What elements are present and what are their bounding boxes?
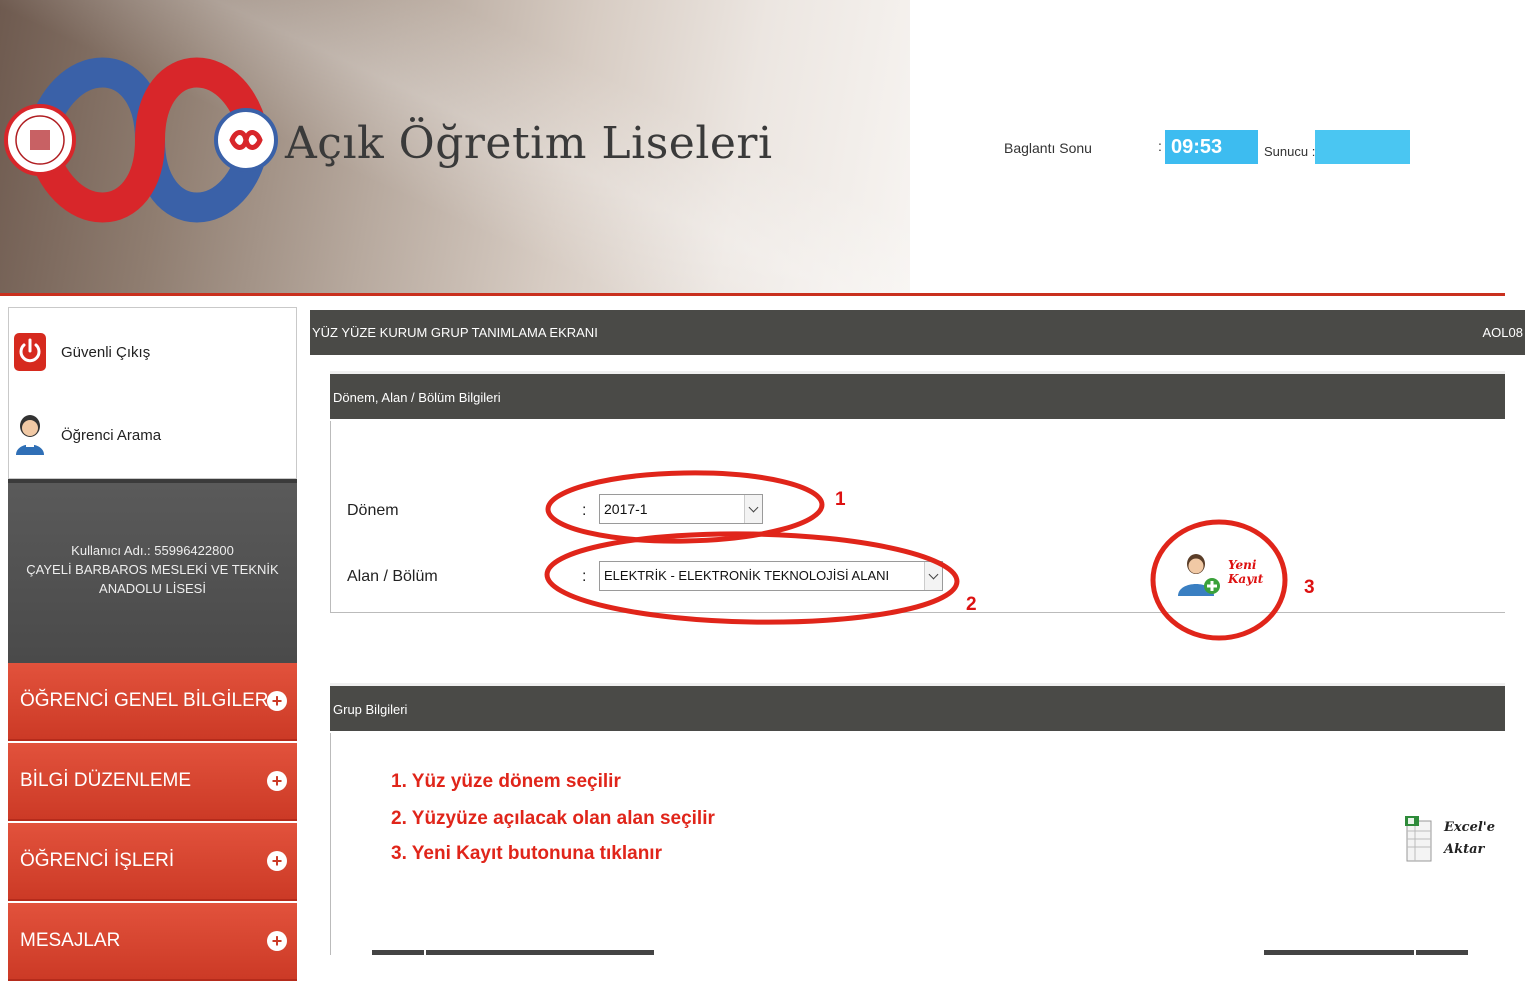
menu-student-general-info[interactable]: ÖĞRENCİ GENEL BİLGİLER + xyxy=(8,663,297,741)
spreadsheet-icon xyxy=(1405,816,1432,862)
server-label: Sunucu : xyxy=(1264,144,1316,159)
sidebar: Güvenli Çıkış Öğrenci Arama Kullanıcı Ad… xyxy=(8,307,297,981)
student-search-label: Öğrenci Arama xyxy=(61,426,162,444)
table-header-cell xyxy=(372,950,424,955)
screen-title: YÜZ YÜZE KURUM GRUP TANIMLAMA EKRANI xyxy=(312,325,598,340)
table-header-cell xyxy=(1264,950,1414,955)
new-record-button[interactable]: Yeni Kayıt xyxy=(1176,548,1266,598)
session-timer: 09:53 xyxy=(1165,130,1258,164)
header-divider xyxy=(0,293,1505,296)
logout-link[interactable]: Güvenli Çıkış xyxy=(9,322,296,382)
page-header: Açık Öğretim Liseleri Baglantı Sonu : 09… xyxy=(0,0,1525,296)
aol-logo-icon xyxy=(4,57,278,223)
menu-info-editing[interactable]: BİLGİ DÜZENLEME + xyxy=(8,743,297,821)
user-search-icon xyxy=(12,413,48,457)
period-panel-title: Dönem, Alan / Bölüm Bilgileri xyxy=(333,390,501,405)
period-panel-header: Dönem, Alan / Bölüm Bilgileri xyxy=(330,371,1505,419)
group-panel-title: Grup Bilgileri xyxy=(333,702,408,717)
plus-icon: + xyxy=(267,771,287,791)
alan-colon: : xyxy=(582,568,587,585)
alan-select[interactable]: ELEKTRİK - ELEKTRONİK TEKNOLOJİSİ ALANI xyxy=(599,561,943,591)
annotation-number-1: 1 xyxy=(835,489,846,510)
new-record-label-1: Yeni xyxy=(1228,558,1257,572)
annotation-number-2: 2 xyxy=(966,594,977,615)
school-name-line1: ÇAYELİ BARBAROS MESLEKİ VE TEKNİK xyxy=(26,562,279,577)
annotation-number-3: 3 xyxy=(1304,577,1315,598)
add-user-icon xyxy=(1178,554,1220,596)
excel-label-1: Excel'e xyxy=(1444,820,1496,835)
export-excel-button[interactable]: Excel'e Aktar xyxy=(1404,815,1504,865)
donem-label: Dönem xyxy=(347,502,399,519)
site-title: Açık Öğretim Liseleri xyxy=(285,118,773,169)
connection-label: Baglantı Sonu xyxy=(1004,140,1092,156)
student-search-link[interactable]: Öğrenci Arama xyxy=(9,405,296,465)
menu-student-affairs[interactable]: ÖĞRENCİ İŞLERİ + xyxy=(8,823,297,901)
menu-label: ÖĞRENCİ İŞLERİ xyxy=(20,850,175,871)
plus-icon: + xyxy=(267,691,287,711)
menu-label: ÖĞRENCİ GENEL BİLGİLER xyxy=(20,690,269,711)
user-info-panel: Kullanıcı Adı.: 55996422800 ÇAYELİ BARBA… xyxy=(8,479,297,663)
donem-select-value: 2017-1 xyxy=(604,501,648,517)
quick-links: Güvenli Çıkış Öğrenci Arama xyxy=(8,307,297,479)
plus-icon: + xyxy=(267,931,287,951)
server-value xyxy=(1315,130,1410,164)
chevron-down-icon xyxy=(924,562,942,590)
alan-label: Alan / Bölüm xyxy=(347,568,438,585)
instruction-step-1: 1. Yüz yüze dönem seçilir xyxy=(391,771,621,792)
chevron-down-icon xyxy=(744,495,762,523)
logout-label: Güvenli Çıkış xyxy=(61,343,151,361)
screen-code: AOL08 xyxy=(1482,325,1523,340)
table-header-cell xyxy=(426,950,654,955)
donem-colon: : xyxy=(582,502,587,519)
excel-label-2: Aktar xyxy=(1444,842,1485,857)
username-text: Kullanıcı Adı.: 55996422800 xyxy=(71,543,234,558)
screen-title-bar: YÜZ YÜZE KURUM GRUP TANIMLAMA EKRANI AOL… xyxy=(310,310,1525,355)
connection-colon: : xyxy=(1158,138,1162,154)
menu-messages[interactable]: MESAJLAR + xyxy=(8,903,297,981)
alan-select-value: ELEKTRİK - ELEKTRONİK TEKNOLOJİSİ ALANI xyxy=(604,568,890,583)
menu-label: BİLGİ DÜZENLEME xyxy=(20,770,192,791)
plus-icon: + xyxy=(267,851,287,871)
donem-select[interactable]: 2017-1 xyxy=(599,494,763,524)
instruction-step-2: 2. Yüzyüze açılacak olan alan seçilir xyxy=(391,808,715,829)
group-panel-header: Grup Bilgileri xyxy=(330,683,1505,731)
table-header-cell xyxy=(1416,950,1468,955)
power-icon xyxy=(12,330,48,374)
new-record-label-2: Kayıt xyxy=(1228,572,1264,586)
instruction-step-3: 3. Yeni Kayıt butonuna tıklanır xyxy=(391,843,662,864)
school-name-line2: ANADOLU LİSESİ xyxy=(99,581,206,596)
menu-label: MESAJLAR xyxy=(20,930,121,951)
